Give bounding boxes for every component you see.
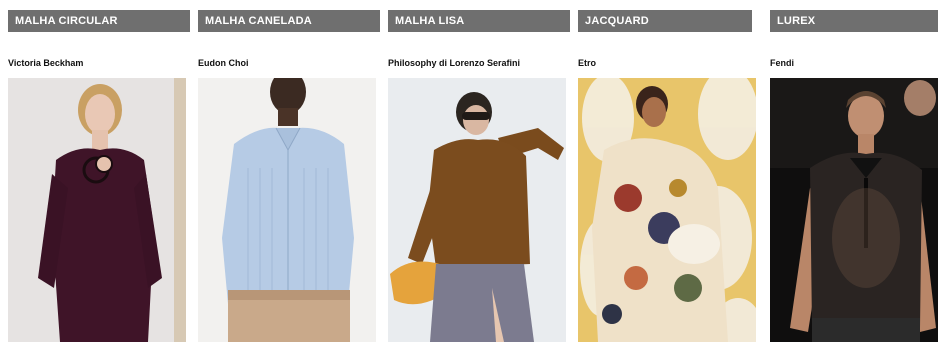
burgundy-dress-image — [8, 78, 186, 342]
category-header[interactable]: MALHA LISA — [388, 10, 570, 32]
model-photo[interactable] — [770, 78, 938, 342]
category-column-malha-circular: MALHA CIRCULAR Victoria Beckham — [8, 0, 190, 342]
category-header[interactable]: JACQUARD — [578, 10, 752, 32]
category-header[interactable]: MALHA CANELADA — [198, 10, 380, 32]
category-header[interactable]: MALHA CIRCULAR — [8, 10, 190, 32]
designer-name[interactable]: Philosophy di Lorenzo Serafini — [388, 58, 520, 68]
brown-sweater-image — [388, 78, 566, 342]
blue-cardigan-image — [198, 78, 376, 342]
designer-name[interactable]: Victoria Beckham — [8, 58, 83, 68]
jacquard-coat-image — [578, 78, 756, 342]
designer-name[interactable]: Fendi — [770, 58, 794, 68]
category-column-malha-lisa: MALHA LISA Philosophy di Lorenzo Serafin… — [388, 0, 570, 342]
designer-name[interactable]: Etro — [578, 58, 596, 68]
model-photo[interactable] — [388, 78, 566, 342]
mesh-shirt-image — [770, 78, 938, 342]
category-column-lurex: LUREX Fendi — [770, 0, 938, 342]
category-column-jacquard: JACQUARD Etro — [578, 0, 756, 342]
designer-name[interactable]: Eudon Choi — [198, 58, 249, 68]
model-photo[interactable] — [8, 78, 186, 342]
category-header[interactable]: LUREX — [770, 10, 938, 32]
model-photo[interactable] — [578, 78, 756, 342]
category-column-malha-canelada: MALHA CANELADA Eudon Choi — [198, 0, 380, 342]
model-photo[interactable] — [198, 78, 376, 342]
